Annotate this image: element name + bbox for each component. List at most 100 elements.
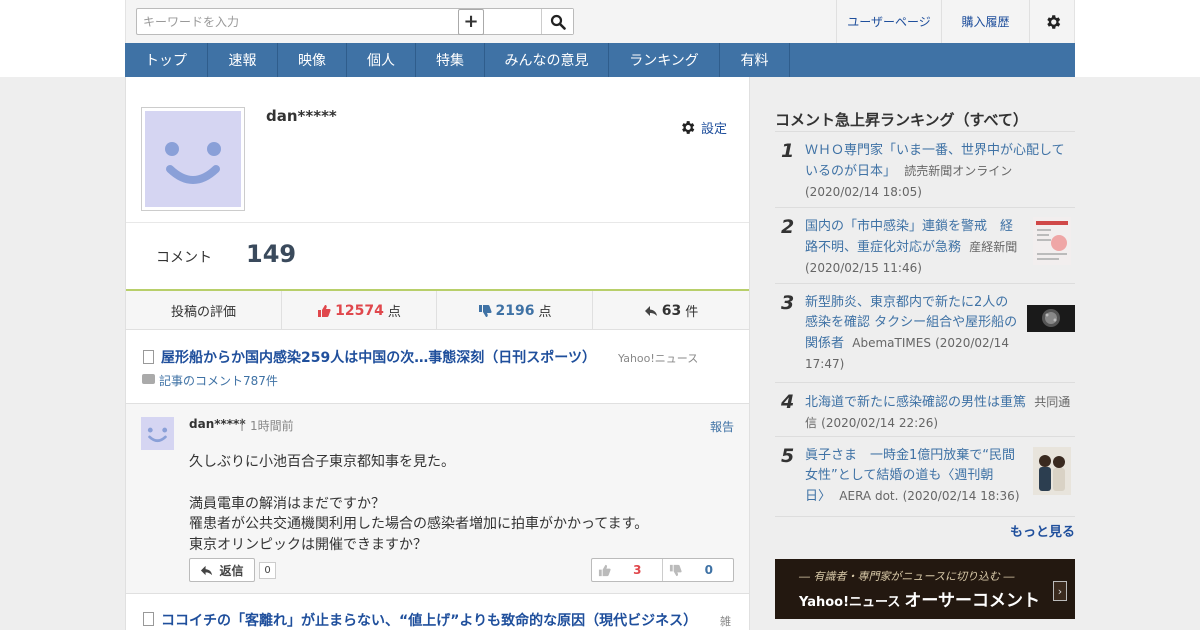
search-icon: [550, 14, 566, 30]
rank-number: 5: [781, 445, 795, 467]
nav-paid[interactable]: 有料: [720, 43, 790, 77]
ranking-title: コメント急上昇ランキング（すべて）: [775, 111, 1028, 129]
author-comment-banner[interactable]: ― 有識者・専門家がニュースに切り込む ― Yahoo!ニュース オーサーコメント…: [775, 559, 1075, 619]
rating-label: 投稿の評価: [126, 291, 282, 330]
comment-time: 1時間前: [250, 419, 294, 433]
thumbs-down-icon: [669, 564, 682, 577]
likes-count: 12574: [335, 302, 384, 319]
nav-ranking[interactable]: ランキング: [609, 43, 720, 77]
rank-text: ＷＨＯ専門家「いま一番、世界中が心配しているのが日本」 読売新聞オンライン (2…: [805, 141, 1070, 203]
rank-source: 読売新聞オンライン: [904, 164, 1013, 178]
gear-icon: [1047, 14, 1061, 29]
plus-icon: +: [463, 11, 479, 32]
article-comments-link[interactable]: 記事のコメント787件: [159, 372, 278, 389]
ranking-item[interactable]: 5 眞子さま 一時金1億円放棄で“民間女性”として結婚の道も〈週刊朝日〉 AER…: [775, 437, 1075, 517]
comment-count-label: コメント: [156, 250, 212, 266]
replies-stat: 63 件: [593, 291, 749, 330]
comment-separator: |: [240, 417, 245, 431]
article-source: Yahoo!ニュース: [618, 352, 699, 365]
comment-count: 149: [246, 240, 297, 268]
news-thumbnail: [1033, 217, 1071, 265]
header-bar: + ユーザーページ 購入履歴: [125, 0, 1075, 43]
document-icon: [143, 612, 154, 626]
banner-title: Yahoo!ニュース オーサーコメント: [799, 586, 1040, 611]
purchase-history-link[interactable]: 購入履歴: [941, 0, 1029, 43]
document-icon: [143, 350, 154, 364]
vote-box: 3 0: [591, 558, 734, 582]
reply-label: 返信: [219, 563, 244, 578]
article-source: 雑: [720, 615, 731, 628]
nav-opinions[interactable]: みんなの意見: [485, 43, 609, 77]
rank-text: 眞子さま 一時金1億円放棄で“民間女性”として結婚の道も〈週刊朝日〉 AERA …: [805, 446, 1020, 507]
thumbs-up-icon: [598, 564, 611, 577]
banner-subtitle: ― 有識者・専門家がニュースに切り込む ―: [799, 570, 1015, 583]
rank-source: 産経新聞: [969, 240, 1018, 254]
banner-main-label: オーサーコメント: [904, 591, 1041, 611]
article-title-link[interactable]: ココイチの「客離れ」が止まらない、“値上げ”よりも致命的な原因（現代ビジネス）: [161, 610, 697, 630]
user-page-link[interactable]: ユーザーページ: [836, 0, 941, 43]
report-link[interactable]: 報告: [710, 418, 734, 435]
comment-avatar: [141, 417, 174, 450]
rank-date: (2020/02/15 11:46): [805, 261, 922, 275]
header-settings-button[interactable]: [1029, 0, 1076, 43]
like-count: 3: [633, 563, 642, 577]
ranking-item[interactable]: 1 ＷＨＯ専門家「いま一番、世界中が心配しているのが日本」 読売新聞オンライン …: [775, 132, 1075, 208]
rank-date: (2020/02/14 22:26): [821, 416, 939, 430]
ranking-item[interactable]: 4 北海道で新たに感染確認の男性は重篤 共同通信 (2020/02/14 22:…: [775, 383, 1075, 437]
comment-line: [189, 473, 648, 494]
ranking-item[interactable]: 3 新型肺炎、東京都内で新たに2人の感染を確認 タクシー組合や屋形船の関係者 A…: [775, 284, 1075, 383]
nav-personal[interactable]: 個人: [347, 43, 416, 77]
search-input[interactable]: [137, 9, 417, 34]
rank-title-link[interactable]: 北海道で新たに感染確認の男性は重篤: [805, 395, 1026, 410]
nav-top[interactable]: トップ: [125, 43, 208, 77]
profile-avatar: [141, 107, 245, 211]
news-thumbnail: [1033, 447, 1071, 495]
rating-stats: 投稿の評価 12574 点 2196 点 63 件: [126, 291, 749, 330]
more-link[interactable]: もっと見る: [1010, 521, 1075, 540]
dislike-count: 0: [704, 563, 713, 577]
sidebar: コメント急上昇ランキング（すべて） 1 ＷＨＯ専門家「いま一番、世界中が心配して…: [775, 77, 1075, 630]
rank-date: (2020/02/14 18:05): [805, 185, 922, 199]
nav-video[interactable]: 映像: [278, 43, 347, 77]
comment-bubble-icon: [142, 374, 155, 384]
ranking-item[interactable]: 2 国内の「市中感染」連鎖を警戒 経路不明、重症化対応が急務 産経新聞 (202…: [775, 208, 1075, 284]
rank-number: 2: [781, 216, 795, 238]
like-button[interactable]: 3: [592, 559, 663, 581]
banner-yahoo-label: Yahoo!ニュース: [799, 595, 901, 610]
search-button[interactable]: [541, 9, 573, 34]
rank-text: 北海道で新たに感染確認の男性は重篤 共同通信 (2020/02/14 22:26…: [805, 392, 1075, 434]
comment-line: 満員電車の解消はまだですか？: [189, 495, 385, 512]
replies-unit: 件: [685, 305, 699, 320]
rating-label-text: 投稿の評価: [170, 305, 236, 320]
comment-item: dan***** | 1時間前 報告 久しぶりに小池百合子東京都知事を見た。 満…: [126, 404, 749, 594]
rank-source: AERA dot.: [839, 489, 899, 503]
comment-line: 罹患者が公共交通機関利用した場合の感染者増加に拍車がかかってます。: [189, 516, 649, 533]
likes-unit: 点: [387, 305, 401, 320]
nav-breaking[interactable]: 速報: [208, 43, 278, 77]
reply-arrow-icon: [201, 565, 213, 575]
dislikes-stat: 2196 点: [437, 291, 593, 330]
article-title-link[interactable]: 屋形船からか国内感染259人は中国の次…事態深刻（日刊スポーツ）: [161, 347, 596, 367]
reply-count-badge: 0: [259, 562, 276, 579]
news-thumbnail: [1027, 305, 1075, 332]
comment-line: 久しぶりに小池百合子東京都知事を見た。: [189, 454, 455, 470]
rank-text: 国内の「市中感染」連鎖を警戒 経路不明、重症化対応が急務 産経新聞 (2020/…: [805, 217, 1020, 279]
reply-button[interactable]: 返信: [189, 558, 255, 582]
chevron-right-icon[interactable]: ›: [1053, 581, 1067, 601]
rank-number: 1: [781, 140, 795, 162]
thumbs-down-icon: [478, 304, 492, 317]
add-button[interactable]: +: [458, 9, 484, 35]
comment-username[interactable]: dan*****: [189, 417, 246, 431]
nav-feature[interactable]: 特集: [416, 43, 485, 77]
rank-number: 4: [781, 391, 795, 413]
article-block: ココイチの「客離れ」が止まらない、“値上げ”よりも致命的な原因（現代ビジネス） …: [126, 595, 749, 630]
dislikes-count: 2196: [495, 302, 535, 319]
divider: [126, 222, 749, 223]
profile-settings-link[interactable]: 設定: [679, 118, 727, 137]
likes-stat: 12574 点: [282, 291, 437, 330]
settings-label: 設定: [701, 122, 728, 137]
rank-text: 新型肺炎、東京都内で新たに2人の感染を確認 タクシー組合や屋形船の関係者 Abe…: [805, 293, 1020, 375]
rank-number: 3: [781, 292, 795, 314]
dislike-button[interactable]: 0: [663, 559, 734, 581]
thumbs-up-icon: [318, 304, 331, 317]
